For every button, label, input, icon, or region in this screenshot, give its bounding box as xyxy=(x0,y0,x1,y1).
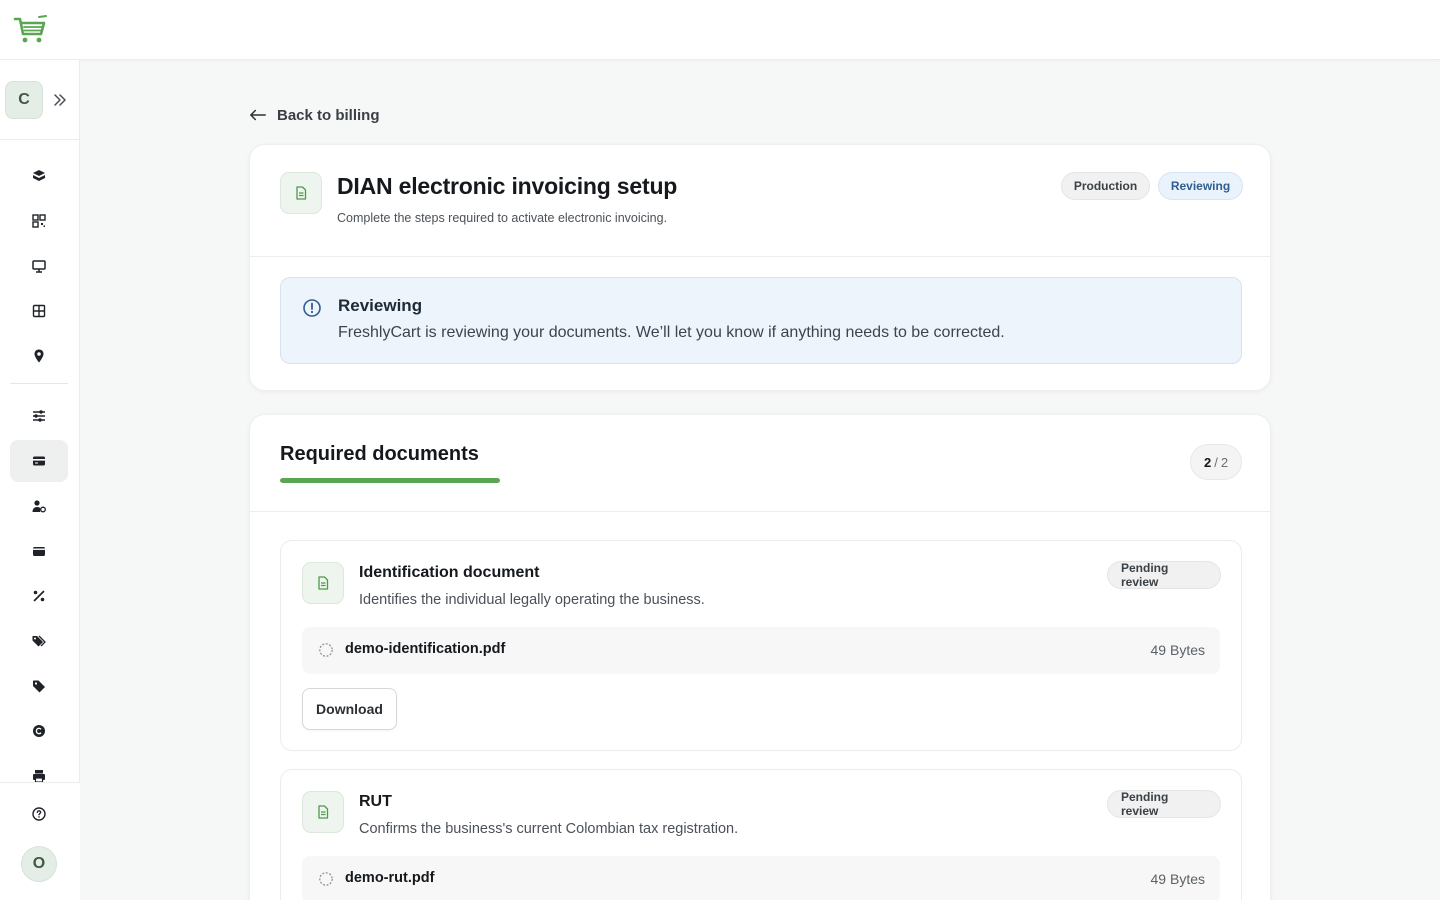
document-title: RUT xyxy=(359,793,392,810)
wallet-icon xyxy=(33,547,45,556)
sidebar-item-tables[interactable] xyxy=(10,290,68,332)
document-card-identification: Identification document Identifies the i… xyxy=(280,540,1242,751)
alert-title: Reviewing xyxy=(338,296,423,315)
documents-progress-bar xyxy=(280,478,500,483)
document-description: Identifies the individual legally operat… xyxy=(359,592,705,608)
count-separator: / xyxy=(1214,454,1218,470)
file-name: demo-rut.pdf xyxy=(345,870,435,886)
document-title: Identification document xyxy=(359,564,540,581)
review-alert: Reviewing FreshlyCart is reviewing your … xyxy=(280,277,1242,364)
environment-badge: Production xyxy=(1061,172,1150,200)
page-title: DIAN electronic invoicing setup xyxy=(337,173,678,199)
sidebar-item-catalog[interactable] xyxy=(10,155,68,197)
file-row: demo-rut.pdf 49 Bytes xyxy=(302,856,1220,900)
sidebar-footer: O xyxy=(0,782,80,900)
total-count: 2 xyxy=(1220,454,1229,470)
sidebar-divider xyxy=(10,383,68,384)
user-avatar[interactable]: O xyxy=(21,846,57,882)
top-bar xyxy=(0,0,1440,60)
alert-message: FreshlyCart is reviewing your documents.… xyxy=(338,324,1005,341)
cart-logo-icon[interactable] xyxy=(12,14,50,46)
document-card-rut: RUT Confirms the business's current Colo… xyxy=(280,769,1242,900)
file-size: 49 Bytes xyxy=(1150,871,1205,887)
sidebar-item-discounts[interactable] xyxy=(10,575,68,617)
store-switcher: C xyxy=(0,60,80,140)
documents-header: Required documents 2 / 2 xyxy=(250,415,1270,512)
percent-icon xyxy=(33,590,45,602)
document-description: Confirms the business's current Colombia… xyxy=(359,821,739,837)
pending-circle-icon xyxy=(319,872,333,886)
sidebar-item-locations[interactable] xyxy=(10,335,68,377)
sidebar-item-users[interactable] xyxy=(10,485,68,527)
back-link-label: Back to billing xyxy=(277,106,380,124)
card-header: DIAN electronic invoicing setup Complete… xyxy=(250,145,1270,257)
credit-card-icon xyxy=(33,456,45,466)
store-avatar[interactable]: C xyxy=(5,81,43,119)
pending-circle-icon xyxy=(319,643,333,657)
monitor-icon xyxy=(32,260,46,273)
sidebar: C O xyxy=(0,60,80,900)
document-status-badge: Pending review xyxy=(1107,561,1221,589)
user-settings-icon xyxy=(32,500,46,513)
box-icon xyxy=(33,170,45,181)
progress-fill xyxy=(280,478,500,483)
documents-count: 2 / 2 xyxy=(1190,444,1242,480)
tag-icon xyxy=(33,680,45,693)
sidebar-item-promotions[interactable] xyxy=(10,620,68,662)
arrow-left-icon xyxy=(250,109,266,121)
page-subtitle: Complete the steps required to activate … xyxy=(337,211,668,225)
document-icon xyxy=(280,172,322,214)
tags-icon xyxy=(32,635,46,647)
sidebar-item-payments[interactable] xyxy=(10,530,68,572)
back-to-billing-link[interactable]: Back to billing xyxy=(249,104,380,126)
file-name: demo-identification.pdf xyxy=(345,641,506,657)
completed-count: 2 xyxy=(1203,454,1212,470)
help-circle-icon xyxy=(32,807,46,821)
file-size: 49 Bytes xyxy=(1150,642,1205,658)
expand-sidebar-button[interactable] xyxy=(50,90,70,110)
document-icon xyxy=(302,562,344,604)
info-circle-icon xyxy=(303,299,321,317)
help-button[interactable] xyxy=(10,793,68,835)
required-documents-card: Required documents 2 / 2 Identification … xyxy=(249,414,1271,900)
chevrons-right-icon xyxy=(54,94,66,106)
download-button[interactable]: Download xyxy=(302,688,397,730)
sidebar-item-display[interactable] xyxy=(10,245,68,287)
sidebar-item-settings[interactable] xyxy=(10,395,68,437)
document-icon xyxy=(302,791,344,833)
sidebar-item-qr[interactable] xyxy=(10,200,68,242)
status-badge: Reviewing xyxy=(1158,172,1243,200)
file-row: demo-identification.pdf 49 Bytes xyxy=(302,627,1220,674)
sidebar-item-billing[interactable] xyxy=(10,440,68,482)
map-pin-icon xyxy=(34,349,44,363)
section-title: Required documents xyxy=(280,443,479,465)
setup-header-card: DIAN electronic invoicing setup Complete… xyxy=(249,144,1271,391)
qr-code-icon xyxy=(32,214,46,228)
grid-icon xyxy=(32,304,46,318)
copyright-icon xyxy=(33,725,45,737)
document-status-badge: Pending review xyxy=(1107,790,1221,818)
sidebar-item-brand[interactable] xyxy=(10,710,68,752)
sidebar-item-pricing[interactable] xyxy=(10,665,68,707)
sliders-icon xyxy=(33,410,45,422)
